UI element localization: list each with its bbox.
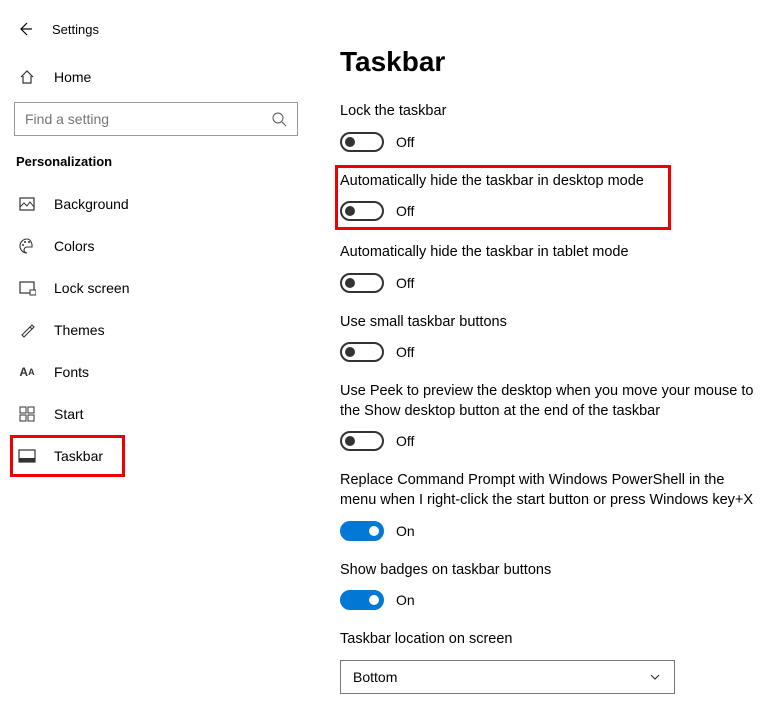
themes-icon xyxy=(18,321,36,339)
sidebar-item-taskbar[interactable]: Taskbar xyxy=(10,435,125,477)
lockscreen-icon xyxy=(18,279,36,297)
search-input[interactable] xyxy=(25,111,255,127)
sidebar-item-label: Colors xyxy=(54,238,94,254)
setting-label: Taskbar location on screen xyxy=(340,630,763,650)
back-button[interactable] xyxy=(16,20,34,38)
setting-label: Show badges on taskbar buttons xyxy=(340,561,763,581)
toggle-lock-taskbar[interactable] xyxy=(340,132,384,152)
header-row: Settings xyxy=(10,14,310,58)
sidebar-item-themes[interactable]: Themes xyxy=(10,309,310,351)
toggle-state: Off xyxy=(396,134,414,150)
content-area: Taskbar Lock the taskbar Off Automatical… xyxy=(310,0,783,713)
toggle-state: Off xyxy=(396,275,414,291)
setting-peek: Use Peek to preview the desktop when you… xyxy=(340,382,763,451)
taskbar-icon xyxy=(18,447,36,465)
toggle-small-buttons[interactable] xyxy=(340,342,384,362)
setting-autohide-desktop: Automatically hide the taskbar in deskto… xyxy=(338,168,668,228)
toggle-autohide-tablet[interactable] xyxy=(340,273,384,293)
sidebar-item-start[interactable]: Start xyxy=(10,393,310,435)
setting-badges: Show badges on taskbar buttons On xyxy=(340,561,763,611)
home-icon xyxy=(18,68,36,86)
toggle-state: On xyxy=(396,592,415,608)
setting-label: Lock the taskbar xyxy=(340,102,763,122)
toggle-state: Off xyxy=(396,433,414,449)
sidebar-item-label: Themes xyxy=(54,322,105,338)
home-nav[interactable]: Home xyxy=(10,58,310,98)
setting-taskbar-location: Taskbar location on screen Bottom xyxy=(340,630,763,694)
sidebar-item-lockscreen[interactable]: Lock screen xyxy=(10,267,310,309)
setting-autohide-tablet: Automatically hide the taskbar in tablet… xyxy=(340,243,763,293)
setting-powershell: Replace Command Prompt with Windows Powe… xyxy=(340,471,763,540)
sidebar-item-label: Background xyxy=(54,196,129,212)
dropdown-taskbar-location[interactable]: Bottom xyxy=(340,660,675,694)
setting-label: Use Peek to preview the desktop when you… xyxy=(340,382,763,421)
section-title: Personalization xyxy=(16,154,310,169)
sidebar-item-background[interactable]: Background xyxy=(10,183,310,225)
start-icon xyxy=(18,405,36,423)
toggle-state: Off xyxy=(396,203,414,219)
search-box[interactable] xyxy=(14,102,298,136)
search-icon xyxy=(271,111,287,127)
setting-label: Use small taskbar buttons xyxy=(340,313,763,333)
dropdown-value: Bottom xyxy=(353,669,397,685)
picture-icon xyxy=(18,195,36,213)
sidebar-item-fonts[interactable]: AA Fonts xyxy=(10,351,310,393)
page-title: Taskbar xyxy=(340,46,763,78)
sidebar-item-label: Taskbar xyxy=(54,448,103,464)
sidebar-item-colors[interactable]: Colors xyxy=(10,225,310,267)
toggle-peek[interactable] xyxy=(340,431,384,451)
toggle-powershell[interactable] xyxy=(340,521,384,541)
setting-small-buttons: Use small taskbar buttons Off xyxy=(340,313,763,363)
toggle-state: On xyxy=(396,523,415,539)
toggle-state: Off xyxy=(396,344,414,360)
sidebar: Settings Home Personalization Background… xyxy=(0,0,310,713)
fonts-icon: AA xyxy=(18,363,36,381)
toggle-badges[interactable] xyxy=(340,590,384,610)
sidebar-item-label: Fonts xyxy=(54,364,89,380)
home-label: Home xyxy=(54,69,91,85)
sidebar-item-label: Lock screen xyxy=(54,280,129,296)
chevron-down-icon xyxy=(648,670,662,684)
setting-label: Automatically hide the taskbar in tablet… xyxy=(340,243,763,263)
setting-lock-taskbar: Lock the taskbar Off xyxy=(340,102,763,152)
palette-icon xyxy=(18,237,36,255)
sidebar-item-label: Start xyxy=(54,406,84,422)
setting-label: Automatically hide the taskbar in deskto… xyxy=(340,172,666,192)
toggle-autohide-desktop[interactable] xyxy=(340,201,384,221)
setting-label: Replace Command Prompt with Windows Powe… xyxy=(340,471,763,510)
app-title: Settings xyxy=(52,22,99,37)
